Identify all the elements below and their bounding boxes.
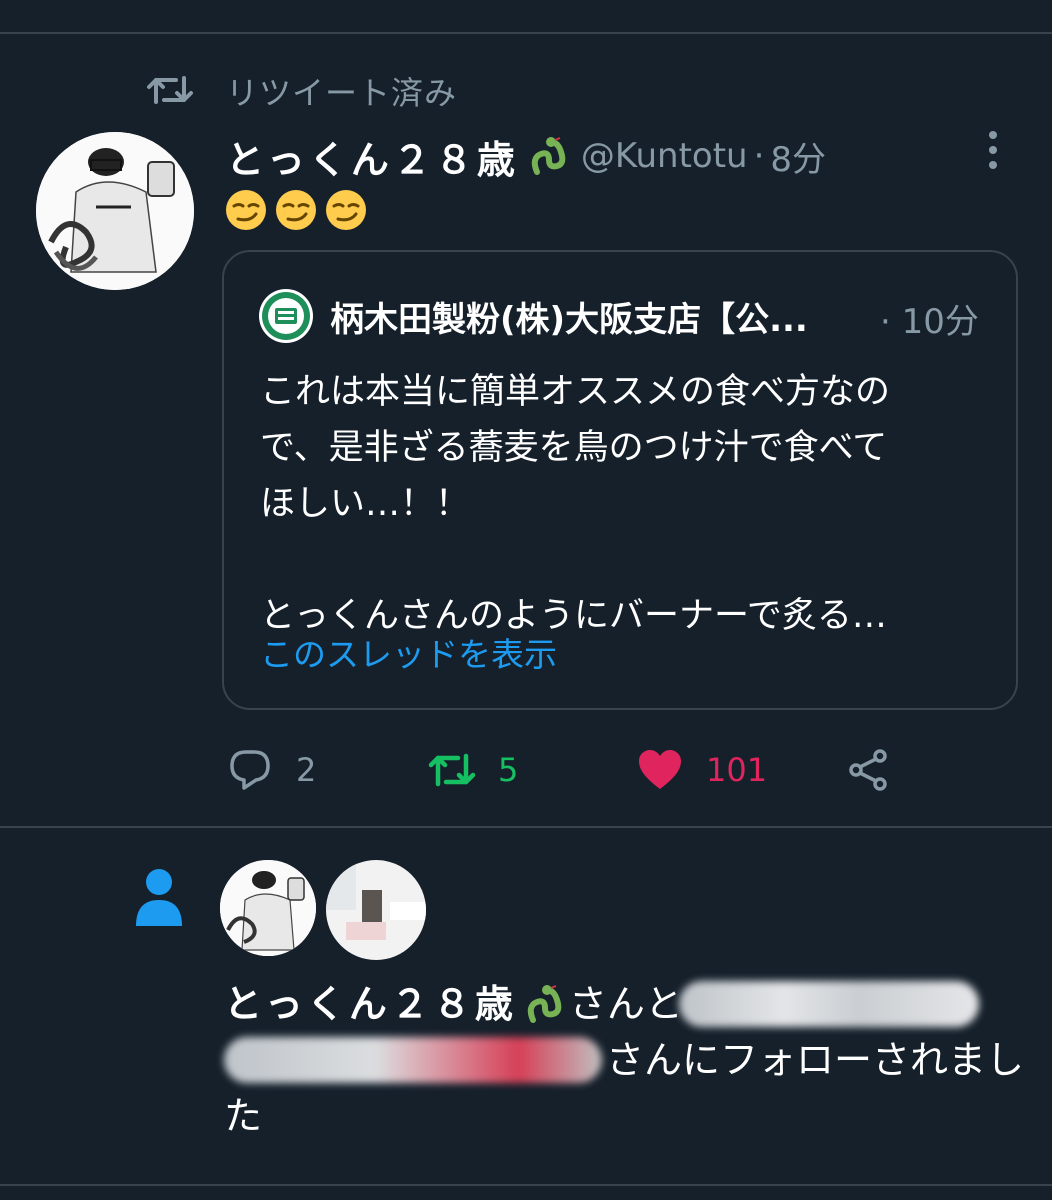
quoted-tweet-text: これは本当に簡単オススメの食べ方なの で、是非ざる蕎麦を鳥のつけ汁で食べて ほし… xyxy=(260,364,980,644)
follower-name[interactable]: とっくん２８歳 xyxy=(224,976,517,1032)
display-name[interactable]: とっくん２８歳 xyxy=(226,129,519,184)
retweeted-label: リツイート済み xyxy=(226,74,458,112)
quoted-display-name: 柄木田製粉(株)大阪支店【公... xyxy=(330,300,808,340)
more-options-icon[interactable] xyxy=(978,130,1008,170)
like-button[interactable]: 101 xyxy=(636,742,767,798)
separator-dot: · xyxy=(753,136,765,176)
person-icon xyxy=(136,869,182,926)
quoted-text-line: ほしい…！！ xyxy=(260,484,471,524)
bottom-divider xyxy=(0,1184,1052,1186)
share-button[interactable] xyxy=(844,742,892,798)
show-thread-link[interactable]: このスレッドを表示 xyxy=(260,628,557,676)
follower-avatar-blurred[interactable] xyxy=(326,860,426,960)
reply-icon xyxy=(230,750,270,790)
follow-notification-text: とっくん２８歳 さんと さんにフォローされまし た xyxy=(224,976,1024,1144)
retweet-button[interactable]: 5 xyxy=(428,742,518,798)
user-avatar[interactable] xyxy=(36,132,194,290)
tweet-body xyxy=(224,188,368,232)
redacted-name xyxy=(678,981,979,1027)
tweet-divider xyxy=(0,826,1052,828)
quoted-user-avatar xyxy=(259,289,313,343)
quoted-tweet-time: · 10分 xyxy=(880,302,979,342)
follow-text-followed: さんにフォローされまし xyxy=(605,1038,1024,1082)
quoted-text-line: これは本当に簡単オススメの食べ方なの xyxy=(260,372,891,412)
heart-icon xyxy=(639,750,681,789)
retweet-count: 5 xyxy=(498,751,519,789)
reply-button[interactable]: 2 xyxy=(226,742,316,798)
follow-text-end: た xyxy=(224,1094,263,1138)
tweet-header: とっくん２８歳 @Kuntotu · 8分 xyxy=(226,130,826,182)
smirk-emoji-icon xyxy=(276,190,316,230)
follower-avatar[interactable] xyxy=(220,860,316,956)
snake-icon xyxy=(527,985,562,1023)
redacted-name xyxy=(224,1037,602,1083)
blurred-avatar-image xyxy=(326,860,426,960)
snake-icon xyxy=(531,137,566,175)
quoted-text-blank-line xyxy=(260,532,980,588)
user-handle[interactable]: @Kuntotu xyxy=(581,136,748,176)
tweet-time[interactable]: 8分 xyxy=(770,132,826,181)
follower-avatar-illustration xyxy=(220,860,316,956)
share-icon xyxy=(849,749,887,791)
avatar-illustration xyxy=(36,132,194,290)
follow-text-and: さんと xyxy=(568,982,683,1026)
retweet-icon xyxy=(428,753,476,787)
quoted-text-line: で、是非ざる蕎麦を鳥のつけ汁で食べて xyxy=(260,428,888,468)
reply-count: 2 xyxy=(296,751,317,789)
retweet-icon xyxy=(147,76,193,104)
top-divider xyxy=(0,32,1052,34)
smirk-emoji-icon xyxy=(226,190,266,230)
smirk-emoji-icon xyxy=(326,190,366,230)
like-count: 101 xyxy=(706,751,768,789)
